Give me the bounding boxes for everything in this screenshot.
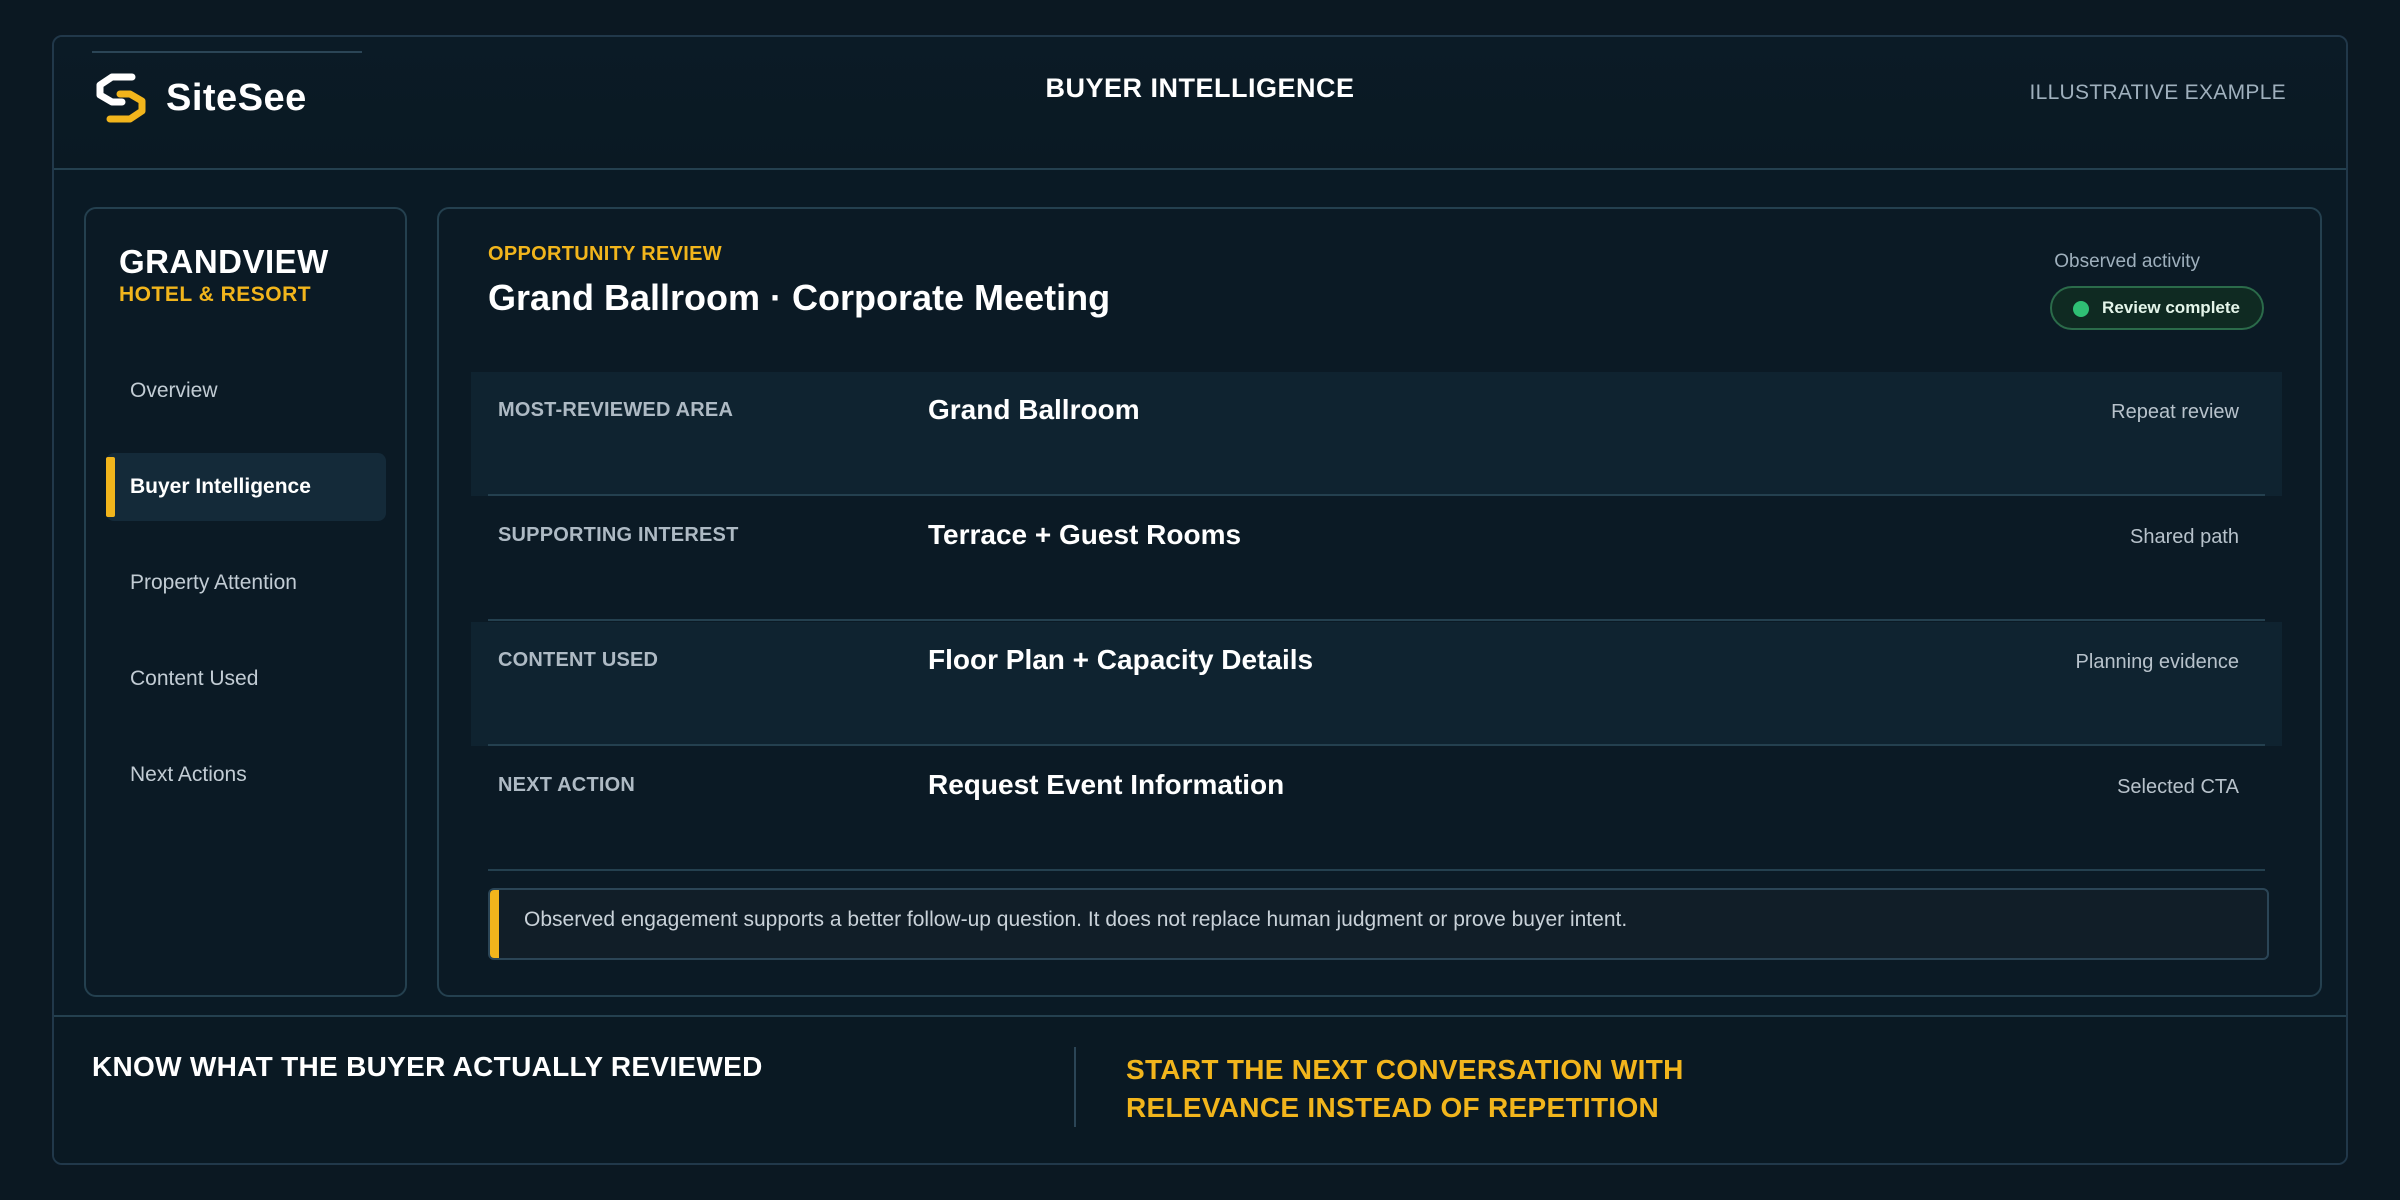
page-title: BUYER INTELLIGENCE: [1045, 73, 1355, 103]
status-badge: Review complete: [2050, 286, 2264, 330]
row-label: NEXT ACTION: [498, 774, 636, 796]
row-label: CONTENT USED: [498, 649, 659, 671]
footer-tagline: START THE NEXT CONVERSATION WITH RELEVAN…: [1126, 1051, 1684, 1127]
row-value: Grand Ballroom: [928, 394, 1140, 425]
app-frame: SiteSee BUYER INTELLIGENCE ILLUSTRATIVE …: [52, 35, 2348, 1165]
row-label: SUPPORTING INTEREST: [498, 524, 739, 546]
row-divider: [488, 494, 2265, 496]
row-label: MOST-REVIEWED AREA: [498, 399, 734, 421]
row-note: Shared path: [2130, 526, 2239, 548]
activity-label: Observed activity: [2054, 251, 2200, 272]
property-name: GRANDVIEW: [119, 243, 329, 280]
sidebar-item-label: Property Attention: [130, 571, 297, 594]
row-divider: [488, 619, 2265, 621]
opportunity-title: Grand Ballroom · Corporate Meeting: [488, 277, 1111, 318]
table-row: MOST-REVIEWED AREA Grand Ballroom Repeat…: [471, 372, 2282, 496]
row-note: Selected CTA: [2117, 776, 2239, 798]
footer-banner: KNOW WHAT THE BUYER ACTUALLY REVIEWED ST…: [54, 1015, 2346, 1163]
status-text: Review complete: [2102, 298, 2240, 317]
section-eyebrow: OPPORTUNITY REVIEW: [488, 243, 722, 265]
table-row: NEXT ACTION Request Event Information Se…: [471, 747, 2282, 871]
row-note: Repeat review: [2111, 401, 2239, 423]
sidebar-item-overview[interactable]: Overview: [106, 357, 386, 425]
row-value: Request Event Information: [928, 769, 1285, 800]
footer-divider: [1074, 1047, 1076, 1127]
sidebar-item-property-attention[interactable]: Property Attention: [106, 549, 386, 617]
sidebar-item-buyer-intelligence[interactable]: Buyer Intelligence: [106, 453, 386, 521]
sidebar-item-content-used[interactable]: Content Used: [106, 645, 386, 713]
header-bar: SiteSee BUYER INTELLIGENCE ILLUSTRATIVE …: [54, 37, 2346, 170]
sidebar-item-next-actions[interactable]: Next Actions: [106, 741, 386, 809]
footer-tagline-line: START THE NEXT CONVERSATION WITH: [1126, 1054, 1684, 1085]
property-subtitle: HOTEL & RESORT: [119, 283, 312, 306]
sidebar-item-label: Overview: [130, 379, 218, 402]
footer-tagline-line: RELEVANCE INSTEAD OF REPETITION: [1126, 1092, 1660, 1123]
row-note: Planning evidence: [2075, 651, 2239, 673]
row-value: Terrace + Guest Rooms: [928, 519, 1242, 550]
table-row: CONTENT USED Floor Plan + Capacity Detai…: [471, 622, 2282, 746]
example-tag: ILLUSTRATIVE EXAMPLE: [2029, 81, 2286, 104]
sidebar-item-label: Buyer Intelligence: [130, 475, 311, 498]
sidebar-item-label: Next Actions: [130, 763, 247, 786]
row-value: Floor Plan + Capacity Details: [928, 644, 1314, 675]
opportunity-panel: OPPORTUNITY REVIEW Grand Ballroom · Corp…: [437, 207, 2322, 997]
sidebar: GRANDVIEW HOTEL & RESORT Overview Buyer …: [84, 207, 407, 997]
sidebar-item-label: Content Used: [130, 667, 259, 690]
disclaimer-callout: Observed engagement supports a better fo…: [488, 888, 2269, 960]
footer-headline: KNOW WHAT THE BUYER ACTUALLY REVIEWED: [92, 1051, 763, 1082]
disclaimer-text: Observed engagement supports a better fo…: [524, 908, 1628, 931]
row-divider: [488, 869, 2265, 871]
status-dot-icon: [2073, 301, 2090, 317]
logo-rule: [92, 51, 362, 53]
row-divider: [488, 744, 2265, 746]
table-row: SUPPORTING INTEREST Terrace + Guest Room…: [471, 497, 2282, 621]
